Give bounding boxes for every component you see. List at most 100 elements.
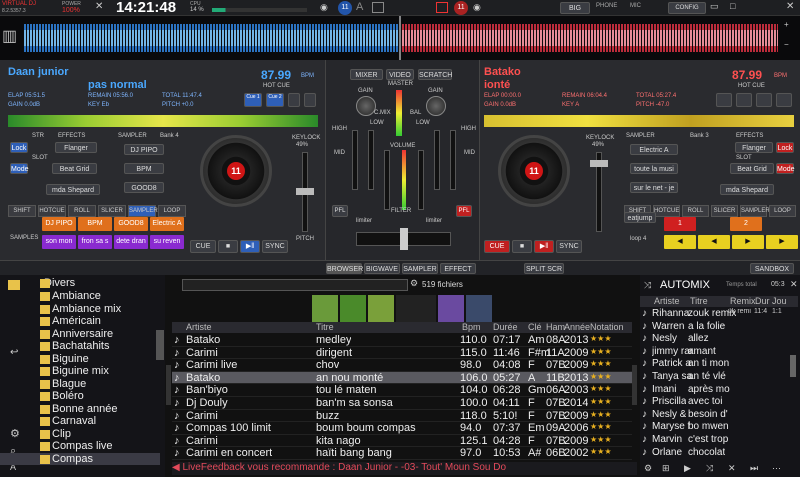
cue-1-button-right[interactable] bbox=[716, 93, 732, 107]
tree-item[interactable]: Américain bbox=[0, 315, 160, 328]
col-rating[interactable]: Notation bbox=[590, 322, 624, 332]
sync-button-right[interactable]: SYNC bbox=[556, 240, 582, 253]
auto-col-title[interactable]: Titre bbox=[690, 296, 708, 306]
skip-icon[interactable]: ⏭ bbox=[750, 463, 758, 474]
deck-right-mini-waveform[interactable] bbox=[484, 115, 794, 127]
list-item[interactable]: ♪ Nesly allez bbox=[640, 333, 790, 346]
window-close-icon[interactable]: ✕ bbox=[786, 1, 794, 12]
cue-button-left[interactable]: CUE bbox=[190, 240, 216, 253]
gain-knob-left[interactable] bbox=[356, 96, 376, 116]
tab-slicer[interactable]: SLICER bbox=[98, 205, 126, 217]
cue-button-right[interactable]: CUE bbox=[484, 240, 510, 253]
sample-slot-right-3[interactable]: sur le net - je bbox=[630, 182, 678, 193]
auto-col-artist[interactable]: Artiste bbox=[654, 296, 680, 306]
waveform-overview[interactable]: ▥ + − bbox=[0, 16, 800, 60]
list-item[interactable]: ♪ Tanya sa an té vlé bbox=[640, 371, 790, 384]
table-row[interactable]: ♪ Carimi live chov 98.0 04:08 F 07B 2009 ★★★ bbox=[172, 359, 632, 372]
lock-button-right[interactable]: Lock bbox=[776, 142, 794, 153]
close-automix-icon[interactable]: ✕ bbox=[790, 279, 798, 290]
tree-item[interactable]: Ambiance bbox=[0, 290, 160, 303]
eye-icon-right[interactable]: ◉ bbox=[473, 2, 481, 13]
slot-select[interactable]: Beat Grid bbox=[52, 163, 97, 174]
col-title[interactable]: Titre bbox=[316, 322, 334, 332]
tab-effect[interactable]: EFFECT bbox=[440, 263, 476, 274]
lock-button[interactable]: Lock bbox=[10, 142, 28, 153]
zoom-minus-icon[interactable]: − bbox=[784, 40, 789, 49]
sample-slot-right-1[interactable]: Electric A bbox=[630, 144, 678, 155]
list-item[interactable]: ♪ jimmy rar amant bbox=[640, 346, 790, 359]
tree-item[interactable]: Compas live bbox=[0, 440, 160, 453]
mix-icon[interactable]: ⤨ bbox=[706, 463, 713, 474]
automix-settings-icon[interactable]: ⚙ bbox=[644, 463, 652, 474]
col-bpm[interactable]: Bpm bbox=[462, 322, 481, 332]
col-duration[interactable]: Durée bbox=[493, 322, 518, 332]
add-icon[interactable]: ⊞ bbox=[662, 463, 670, 474]
live-feedback-bar[interactable]: ◀ LiveFeedback vous recommande : Daan Ju… bbox=[172, 462, 637, 475]
sampler-pad-7[interactable]: dete dran bbox=[114, 235, 148, 249]
table-row[interactable]: ♪ Batako medley 110.0 07:17 Am 08A 2013 ★★★ bbox=[172, 334, 632, 347]
tree-item[interactable]: Carnaval bbox=[0, 415, 160, 428]
effect-select[interactable]: Flanger bbox=[55, 142, 97, 153]
cover-thumb[interactable] bbox=[340, 295, 366, 322]
search-input[interactable] bbox=[182, 279, 408, 291]
zoom-plus-icon[interactable]: + bbox=[784, 20, 789, 29]
table-row[interactable]: ♪ Carimi buzz 118.0 5:10! F 07B 2009 ★★★ bbox=[172, 410, 632, 423]
table-row[interactable]: ♪ Compas 100 limit boum boum compas 94.0 07:… bbox=[172, 422, 632, 435]
eatjump-button[interactable]: eatjump bbox=[624, 212, 656, 223]
list-item[interactable]: ♪ Nesly & besoin d' bbox=[640, 409, 790, 422]
tab-mixer[interactable]: MIXER bbox=[350, 69, 383, 80]
loop-pad-3[interactable]: ▶ bbox=[732, 235, 764, 249]
tab-hotcue[interactable]: HOTCUE bbox=[38, 205, 66, 217]
mic-label[interactable]: MIC bbox=[630, 3, 641, 9]
automix-scrollbar[interactable] bbox=[790, 355, 796, 377]
sample-slot-3[interactable]: GOOD8 bbox=[124, 182, 164, 193]
play-button-left[interactable]: ▶‖ bbox=[240, 240, 260, 253]
list-item[interactable]: ♪ Imani après mo bbox=[640, 384, 790, 397]
cover-thumb[interactable] bbox=[438, 295, 464, 322]
tree-item-selected[interactable]: Compas bbox=[0, 452, 160, 465]
tab-roll-right[interactable]: ROLL bbox=[682, 205, 709, 217]
volume-fader-left[interactable] bbox=[384, 150, 390, 210]
tab-sampler-right[interactable]: SAMPLER bbox=[740, 205, 770, 217]
tree-item[interactable]: Blague bbox=[0, 378, 160, 391]
cue-4-button[interactable] bbox=[304, 93, 316, 107]
tab-loop[interactable]: LOOP bbox=[158, 205, 186, 217]
tab-browser[interactable]: BROWSER bbox=[326, 263, 363, 274]
tab-slicer-right[interactable]: SLICER bbox=[711, 205, 738, 217]
sampler-pad-6[interactable]: fron sa s bbox=[78, 235, 112, 249]
sampler-pad-2[interactable]: BPM bbox=[78, 217, 112, 231]
tree-item[interactable]: Bachatahits bbox=[0, 340, 160, 353]
tree-item[interactable]: Anniversaire bbox=[0, 328, 160, 341]
pitch-slider-thumb-right[interactable] bbox=[590, 160, 608, 167]
tree-item[interactable]: Boléro bbox=[0, 390, 160, 403]
eq-fader-left-1[interactable] bbox=[352, 130, 358, 190]
gear-icon[interactable]: ⚙ bbox=[410, 278, 418, 289]
hotcue-pad-1[interactable]: 1 bbox=[664, 217, 696, 231]
tab-video[interactable]: VIDEO bbox=[386, 69, 414, 80]
sample-slot-2[interactable]: BPM bbox=[124, 163, 164, 174]
layout-icon-right[interactable] bbox=[436, 2, 448, 13]
tree-root-divers[interactable]: Divers bbox=[0, 277, 160, 290]
col-artist[interactable]: Artiste bbox=[186, 322, 212, 332]
sandbox-button[interactable]: SANDBOX bbox=[750, 263, 794, 274]
list-item[interactable]: ♪ Orlane chocolat bbox=[640, 447, 790, 460]
table-row[interactable]: ♪ Dj Douly ban'm sa sonsa 100.0 04:11 F 07B 201… bbox=[172, 397, 632, 410]
table-row[interactable]: ♪ Carimi kita nago 125.1 04:28 F 07B 2009 ★★★ bbox=[172, 435, 632, 448]
list-item[interactable]: ♪ Rihanna zouk remix uk remi 11:4 1:1 bbox=[640, 308, 790, 321]
tree-item[interactable]: Bonne année bbox=[0, 403, 160, 416]
table-row[interactable]: ♪ Ban'biyo tou lé maten 104.0 06:28 Gm 06A 2003… bbox=[172, 384, 632, 397]
tab-roll[interactable]: ROLL bbox=[68, 205, 96, 217]
layout-icon[interactable] bbox=[372, 2, 384, 13]
cue-1-button[interactable]: Cue 1 bbox=[244, 93, 262, 107]
sampler-pad-4[interactable]: Electric A bbox=[150, 217, 184, 231]
shepard-select[interactable]: mda Shepard bbox=[46, 184, 100, 195]
cue-4-button-right[interactable] bbox=[776, 93, 792, 107]
play-button-right[interactable]: ▶‖ bbox=[534, 240, 554, 253]
cover-thumb[interactable] bbox=[466, 295, 492, 322]
volume-fader-right[interactable] bbox=[418, 150, 424, 210]
delete-icon[interactable]: ✕ bbox=[728, 463, 736, 474]
list-item[interactable]: ♪ Marvin c'est trop bbox=[640, 434, 790, 447]
pfl-button-right[interactable]: PFL bbox=[456, 205, 472, 217]
list-item[interactable]: ♪ Maryse f bo mwen bbox=[640, 421, 790, 434]
list-item[interactable]: ♪ Patrick a an ti mon bbox=[640, 358, 790, 371]
